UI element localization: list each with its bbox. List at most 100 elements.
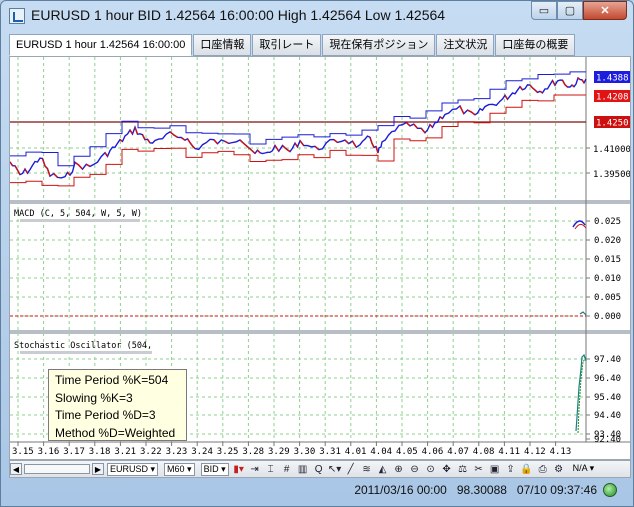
time-axis-label: 4.08 bbox=[473, 447, 495, 457]
price-down-tick bbox=[24, 168, 29, 174]
tooltip-line: Time Period %D=3 bbox=[55, 408, 156, 422]
price-down-tick bbox=[405, 121, 411, 127]
indicator-icon[interactable]: ⚖ bbox=[456, 462, 470, 476]
time-axis-label: 4.12 bbox=[524, 447, 546, 457]
fibonacci-icon[interactable]: ≋ bbox=[360, 462, 374, 476]
price-down-tick bbox=[519, 86, 524, 91]
minimize-button[interactable]: ▭ bbox=[531, 1, 557, 20]
shape-tool-icon[interactable]: ◭ bbox=[376, 462, 390, 476]
panel-separator-macd[interactable] bbox=[10, 330, 630, 334]
price-down-tick bbox=[104, 152, 109, 157]
zoom-reset-icon[interactable]: ⊙ bbox=[424, 462, 438, 476]
columns-icon[interactable]: ▥ bbox=[296, 462, 310, 476]
side-select[interactable]: BID ▾ bbox=[200, 462, 229, 476]
time-axis-label: 3.16 bbox=[38, 447, 60, 457]
tab-trade-rates[interactable]: 取引レート bbox=[252, 34, 322, 56]
price-down-tick bbox=[294, 142, 299, 148]
price-down-tick bbox=[532, 87, 536, 91]
tab-open-positions[interactable]: 現在保有ポジション bbox=[322, 34, 436, 56]
lock-icon[interactable]: 🔒 bbox=[520, 462, 534, 476]
scroll-right-icon[interactable]: ▶ bbox=[92, 463, 104, 475]
price-down-tick bbox=[180, 136, 186, 141]
time-axis-label: 3.15 bbox=[12, 447, 34, 457]
fit-width-icon[interactable]: ⇥ bbox=[248, 462, 262, 476]
stochastic-axis-label: 94.40 bbox=[594, 411, 621, 421]
price-down-tick bbox=[243, 142, 248, 148]
tab-account-summary[interactable]: 口座毎の概要 bbox=[495, 34, 576, 56]
tab-account-info[interactable]: 口座情報 bbox=[193, 34, 252, 56]
price-down-tick bbox=[169, 131, 175, 136]
price-down-tick bbox=[534, 89, 538, 93]
window-controls: ▭ ▢ ✕ bbox=[531, 1, 627, 21]
time-axis-label: 4.13 bbox=[550, 447, 572, 457]
tooltip-line: Slowing %K=3 bbox=[55, 390, 133, 405]
symbol-select[interactable]: EURUSD ▾ bbox=[107, 462, 159, 476]
maximize-button[interactable]: ▢ bbox=[557, 1, 583, 20]
window-icon[interactable]: ▣ bbox=[488, 462, 502, 476]
price-down-tick bbox=[134, 126, 139, 135]
price-down-tick bbox=[224, 140, 230, 144]
cursor-icon[interactable]: ↖▾ bbox=[328, 462, 342, 476]
price-down-tick bbox=[439, 116, 443, 120]
tooltip-line: Method %D=Weighted bbox=[55, 425, 176, 440]
scroll-left-icon[interactable]: ◀ bbox=[10, 463, 22, 475]
lower-band-price-tag-text: 1.4208 bbox=[596, 93, 629, 103]
price-down-tick bbox=[53, 173, 58, 178]
line-tool-icon[interactable]: ╱ bbox=[344, 462, 358, 476]
stochastic-d-line bbox=[577, 356, 587, 434]
macd-axis-label: 0.015 bbox=[594, 255, 621, 265]
bar-chart-icon[interactable]: ⌶ bbox=[264, 462, 278, 476]
export-icon[interactable]: ⇪ bbox=[504, 462, 518, 476]
settings-icon[interactable]: ⚙ bbox=[552, 462, 566, 476]
price-axis-label: 1.39500 bbox=[593, 170, 630, 180]
time-axis-label: 3.18 bbox=[89, 447, 111, 457]
time-axis-label: 3.23 bbox=[166, 447, 188, 457]
chart-toolbar: ◀ ▶ EURUSD ▾ M60 ▾ BID ▾ ▮▾ ⇥ ⌶ # ▥ Q ↖▾… bbox=[9, 460, 631, 478]
price-down-tick bbox=[577, 77, 581, 81]
price-down-tick bbox=[413, 123, 419, 129]
price-down-tick bbox=[551, 80, 556, 86]
tools-icon[interactable]: ✂ bbox=[472, 462, 486, 476]
price-down-tick bbox=[561, 79, 566, 86]
time-axis-label: 4.11 bbox=[498, 447, 520, 457]
candlestick-icon[interactable]: ▮▾ bbox=[232, 462, 246, 476]
close-button[interactable]: ✕ bbox=[583, 1, 627, 20]
price-down-tick bbox=[186, 138, 191, 143]
tab-bar: EURUSD 1 hour 1.42564 16:00:00 口座情報 取引レー… bbox=[9, 34, 629, 56]
price-panel[interactable]: 1.4388 1.4208 1.4250 1.41000 1.39500 bbox=[10, 71, 630, 187]
na-select[interactable]: N/A ▾ bbox=[571, 463, 597, 476]
price-down-tick bbox=[369, 137, 373, 144]
horizontal-scrollbar[interactable] bbox=[24, 464, 90, 474]
zoom-q-icon[interactable]: Q bbox=[312, 462, 326, 476]
price-down-tick bbox=[351, 140, 357, 148]
macd-axis-label: 0.025 bbox=[594, 217, 621, 227]
time-axis-label: 3.28 bbox=[242, 447, 264, 457]
macd-panel[interactable]: MACD (C, 5, 504, W, 5, W) 0.025 0.020 0.01… bbox=[10, 209, 621, 322]
title-bar[interactable]: EURUSD 1 hour BID 1.42564 16:00:00 High … bbox=[1, 1, 633, 31]
grid-icon[interactable]: # bbox=[280, 462, 294, 476]
price-down-tick bbox=[282, 145, 287, 150]
time-axis: 3.15 3.16 3.17 3.18 3.21 3.22 3.23 3.24 3.25 3.28… bbox=[12, 442, 571, 457]
indicator-tooltip: Time Period %K=504 Slowing %K=3 Time Per… bbox=[48, 369, 187, 441]
period-select[interactable]: M60 ▾ bbox=[164, 462, 195, 476]
print-icon[interactable]: ⎙ bbox=[536, 462, 550, 476]
zoom-in-icon[interactable]: ⊕ bbox=[392, 462, 406, 476]
price-series bbox=[10, 76, 587, 179]
lower-band bbox=[10, 94, 586, 187]
time-axis-label: 3.17 bbox=[63, 447, 85, 457]
cursor-datetime: 2011/03/16 00:00 bbox=[354, 483, 447, 497]
hline-price-tag-text: 1.4250 bbox=[596, 119, 629, 129]
panel-separator-price[interactable] bbox=[10, 200, 630, 204]
time-axis-label: 3.30 bbox=[294, 447, 316, 457]
tab-chart[interactable]: EURUSD 1 hour 1.42564 16:00:00 bbox=[9, 34, 193, 56]
tooltip-line: Time Period %K=504 bbox=[55, 373, 169, 387]
time-axis-label: 3.21 bbox=[114, 447, 136, 457]
pan-icon[interactable]: ✥ bbox=[440, 462, 454, 476]
price-down-tick bbox=[213, 139, 219, 145]
tab-order-status[interactable]: 注文状況 bbox=[436, 34, 495, 56]
price-down-tick bbox=[299, 140, 305, 147]
chart-window: EURUSD 1 hour BID 1.42564 16:00:00 High … bbox=[0, 0, 634, 507]
price-down-tick bbox=[46, 168, 51, 177]
zoom-out-icon[interactable]: ⊖ bbox=[408, 462, 422, 476]
price-down-tick bbox=[420, 127, 426, 134]
